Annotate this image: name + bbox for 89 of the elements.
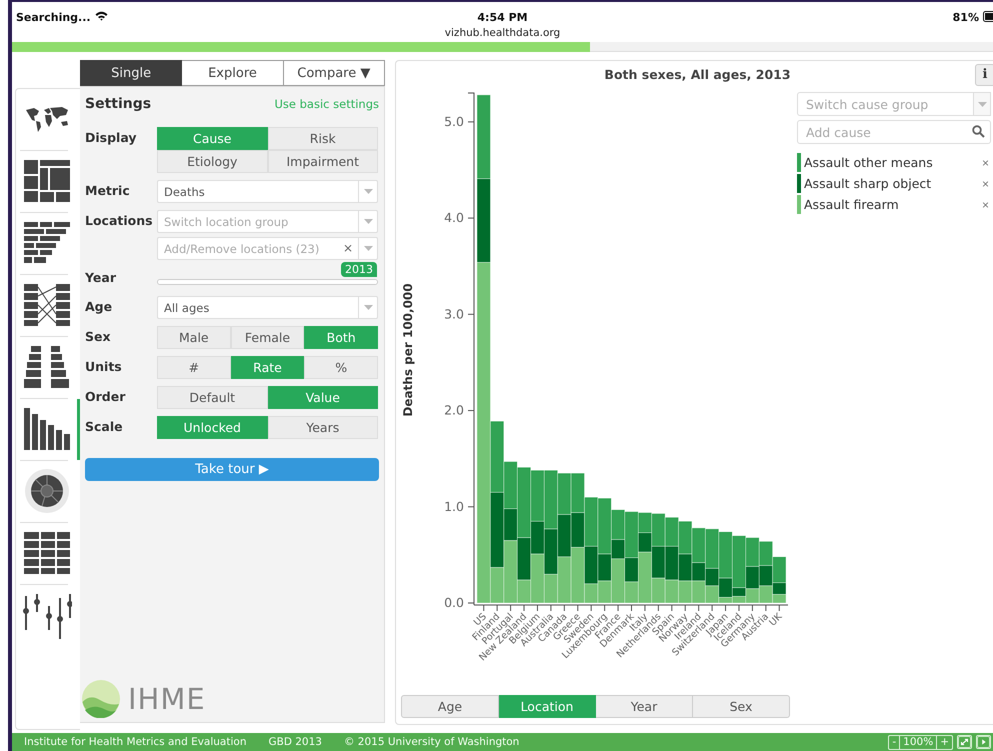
legend-label: Assault firearm [804,197,900,212]
setting-label: Units [85,358,123,376]
play-icon[interactable] [976,735,991,749]
table-icon [24,532,70,574]
option-button[interactable]: # [157,356,231,379]
dropdown-toggle[interactable] [974,92,991,116]
cause-group-dropdown[interactable]: Switch cause group [797,92,974,116]
bar-segment [557,472,572,515]
org-name: Institute for Health Metrics and Evaluation [24,736,246,748]
view-tab[interactable]: Age [401,695,499,718]
option-button[interactable]: % [304,356,378,379]
dropdown-toggle[interactable] [358,210,378,233]
caret-icon [364,219,372,224]
axis-title: Deaths per 100,000 [401,283,415,417]
bar-segment [664,517,679,546]
caret-icon [978,102,986,106]
clock-time: 4:54 PM [477,11,528,24]
logo-icon [82,680,120,718]
tick-label: 4.0 [444,210,464,226]
tick-label: 3.0 [444,306,464,322]
mode-tab[interactable]: Single [80,60,182,86]
remove-button[interactable]: × [982,198,991,212]
dropdown-field[interactable]: Add/Remove locations (23) [157,237,341,260]
setting-label: Metric [85,182,131,200]
stacked-bar-icon [24,222,70,262]
add-cause-field[interactable]: Add cause [797,120,991,144]
option-button[interactable]: Etiology [157,150,268,173]
bar-segment [678,521,692,554]
carrier-text: Searching... [16,11,91,24]
dropdown-toggle[interactable] [358,296,378,319]
option-button[interactable]: Years [268,416,378,439]
option-button[interactable]: Male [157,326,231,349]
zoom-level: 100% [899,736,936,748]
tick-label: 5.0 [444,114,464,129]
setting-label: Scale [85,418,124,436]
logo-text: IHME [128,682,206,716]
bar-segment [570,472,585,513]
dropdown-toggle[interactable] [358,180,378,203]
setting-label: Locations [85,212,154,230]
mode-tab[interactable]: Compare ▼ [284,60,385,86]
caret-icon [364,305,372,310]
sliders-icon [22,592,72,640]
setting-label: Order [85,388,126,406]
caret-icon [364,189,372,194]
option-button[interactable]: Default [157,386,268,409]
view-tab[interactable]: Year [596,695,693,718]
bar-segment [692,580,706,604]
option-button[interactable]: Female [230,326,304,349]
expand-icon[interactable] [957,735,972,749]
caret-icon [364,246,372,251]
bar-chart-icon [24,408,70,450]
remove-button[interactable]: × [982,156,991,170]
bar-segment [758,541,773,566]
legend-label: Assault other means [804,155,934,170]
tick-label: 0.0 [444,595,464,610]
search-icon [972,125,985,138]
sunburst-icon [24,468,68,512]
option-button[interactable]: Impairment [268,150,378,173]
setting-label: Sex [85,328,112,346]
mode-tab[interactable]: Explore [182,60,284,86]
pyramid-icon [24,346,68,388]
dropdown-field[interactable]: Deaths [157,180,358,203]
clear-button[interactable]: × [340,237,358,260]
battery-percent: 81% [952,11,979,24]
edition-text: GBD 2013 [268,736,322,748]
world-map-icon [26,106,68,132]
tick-label: 2.0 [444,402,464,418]
setting-label: Display [85,129,138,147]
bar-segment [584,496,598,546]
legend-label: Assault sharp object [804,176,932,191]
dropdown-field[interactable]: Switch location group [157,210,358,233]
remove-button[interactable]: × [982,176,991,190]
dropdown-field[interactable]: All ages [157,296,358,319]
url-text[interactable]: vizhub.healthdata.org [444,27,560,39]
setting-label: Year [85,269,117,287]
view-tab[interactable]: Sex [693,695,790,718]
treemap-icon [24,160,70,202]
bump-chart-icon [24,284,70,326]
setting-label: Age [85,298,114,316]
info-button[interactable]: i [975,64,993,86]
dropdown-toggle[interactable] [358,237,378,260]
wifi-icon [94,11,108,21]
bar-segment [557,514,572,557]
tick-label: 1.0 [444,498,464,514]
copyright-text: © 2015 University of Washington [344,736,520,748]
option-button[interactable]: Risk [268,127,378,150]
panel-title: Settings [85,96,152,112]
category-label: UK [767,611,784,628]
chart-title: Both sexes, All ages, 2013 [603,67,792,82]
